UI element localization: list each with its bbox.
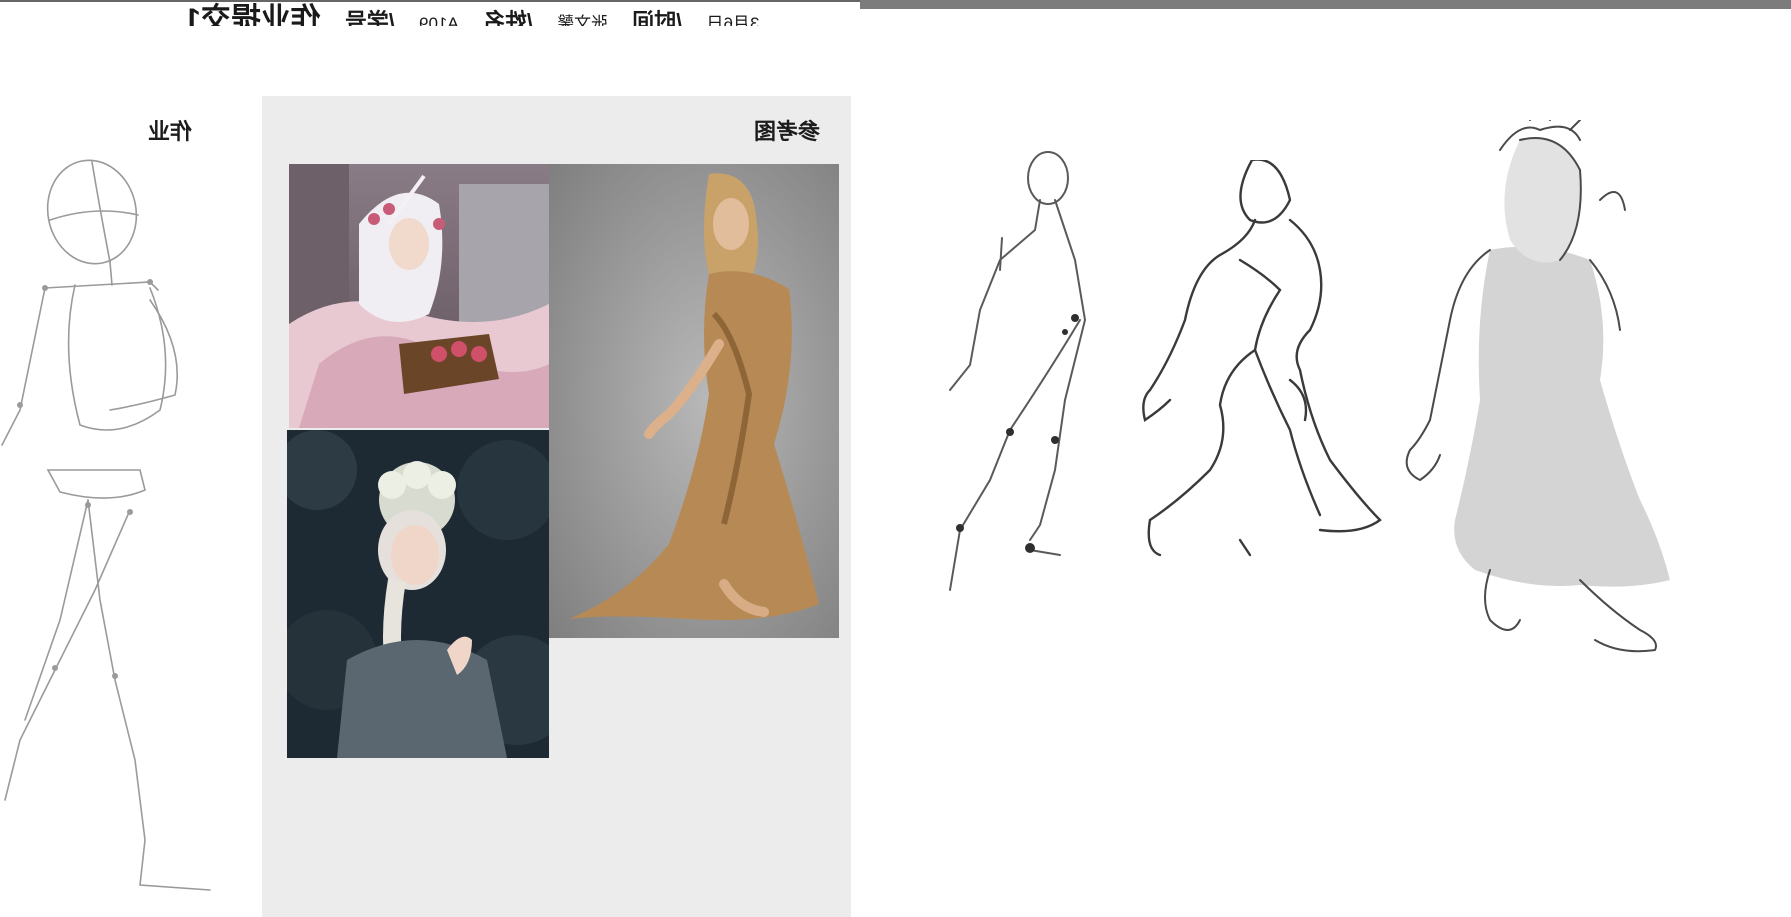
header-text: 3月6日 /时间 张文馨 /姓名 A109 /学号 作业提交1 xyxy=(175,0,768,26)
homework-panel: 作业 xyxy=(0,0,262,917)
header-name-label: /姓名 xyxy=(482,9,534,26)
sketch-area xyxy=(900,110,1791,720)
homework-sketch xyxy=(1,159,211,891)
gesture-sketch xyxy=(949,151,1087,591)
header-student-id: A109 xyxy=(419,14,459,26)
header-student-name: 张文馨 xyxy=(557,14,609,26)
header-id-label: /学号 xyxy=(344,9,395,26)
woman-with-crown-photo xyxy=(287,430,549,758)
fairy-with-flowers-photo xyxy=(289,164,549,428)
top-right-rule xyxy=(860,0,1791,9)
header-date: 3月6日 xyxy=(706,14,760,26)
form-sketch xyxy=(1142,160,1382,557)
reference-label: 参考图 xyxy=(754,119,821,144)
reference-board: 参考图 xyxy=(262,96,851,917)
rendered-sketch xyxy=(1405,120,1670,653)
woman-in-drape-photo xyxy=(549,164,839,638)
header-time-label: /时间 xyxy=(632,9,683,26)
